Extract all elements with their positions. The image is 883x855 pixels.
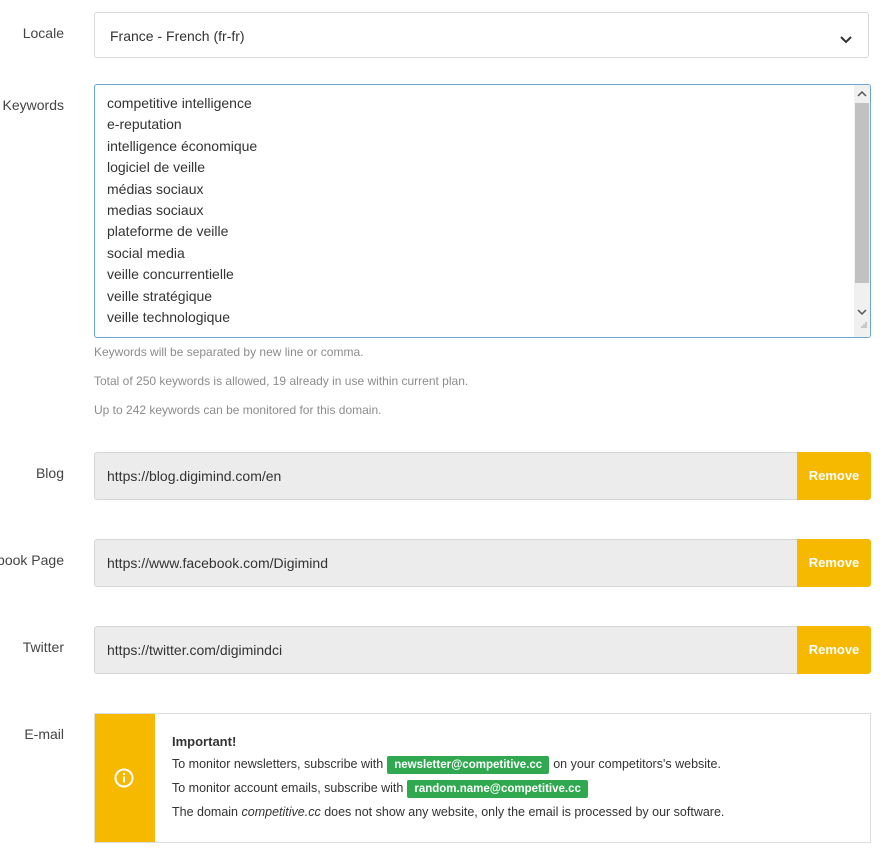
keywords-help-limit: Up to 242 keywords can be monitored for … [94, 403, 382, 417]
alert-text: The domain [172, 805, 239, 819]
facebook-group: https://www.facebook.com/Digimind Remove [94, 539, 871, 587]
blog-remove-button[interactable]: Remove [797, 452, 871, 500]
alert-text: does not show any website, only the emai… [324, 805, 725, 819]
alert-text: To monitor newsletters, subscribe with [172, 757, 384, 771]
keywords-scrollbar[interactable] [854, 85, 870, 337]
scrollbar-thumb[interactable] [855, 103, 869, 283]
info-icon [114, 768, 134, 793]
keywords-label: Keywords [2, 97, 64, 113]
keyword-item: intelligence économique [107, 137, 258, 154]
keyword-item: médias sociaux [107, 180, 204, 197]
blog-group: https://blog.digimind.com/en Remove [94, 452, 871, 500]
alert-body: Important! To monitor newsletters, subsc… [172, 734, 724, 827]
scroll-up-icon[interactable] [854, 86, 870, 103]
keyword-item: plateforme de veille [107, 223, 229, 240]
alert-text: To monitor account emails, subscribe wit… [172, 781, 404, 795]
facebook-label: Facebook Page [0, 552, 64, 568]
keyword-item: veille concurrentielle [107, 266, 234, 283]
twitter-remove-button[interactable]: Remove [797, 626, 871, 674]
locale-select[interactable]: France - French (fr-fr) [94, 12, 869, 58]
facebook-remove-button[interactable]: Remove [797, 539, 871, 587]
alert-line-newsletter: To monitor newsletters, subscribe with ne… [172, 755, 724, 774]
keywords-textarea[interactable]: competitive intelligence e-reputation inte… [94, 84, 871, 338]
alert-sidebar [95, 714, 155, 842]
chevron-down-icon [840, 31, 852, 47]
keyword-item: logiciel de veille [107, 159, 206, 176]
blog-label: Blog [35, 465, 64, 481]
email-alert: Important! To monitor newsletters, subsc… [94, 713, 871, 843]
blog-url-field[interactable]: https://blog.digimind.com/en [94, 452, 798, 500]
keyword-item: social media [107, 244, 185, 261]
alert-text: on your competitors's website. [553, 757, 721, 771]
twitter-group: https://twitter.com/digimindci Remove [94, 626, 871, 674]
alert-line-account: To monitor account emails, subscribe wit… [172, 779, 724, 798]
account-email-badge: random.name@competitive.cc [407, 780, 588, 798]
twitter-label: Twitter [22, 639, 64, 655]
facebook-url-field[interactable]: https://www.facebook.com/Digimind [94, 539, 798, 587]
keyword-item: medias sociaux [107, 202, 204, 219]
alert-line-domain: The domain competitive.cc does not show … [172, 803, 724, 821]
locale-label: Locale [22, 25, 64, 41]
resize-grip-icon[interactable] [860, 316, 868, 334]
twitter-url-field[interactable]: https://twitter.com/digimindci [94, 626, 798, 674]
keywords-help-separator: Keywords will be separated by new line o… [94, 345, 364, 359]
keywords-list: competitive intelligence e-reputation inte… [107, 93, 257, 328]
keyword-item: veille technologique [107, 309, 230, 326]
locale-value: France - French (fr-fr) [110, 28, 245, 44]
keyword-item: veille stratégique [107, 287, 213, 304]
keywords-help-total: Total of 250 keywords is allowed, 19 alr… [94, 374, 469, 388]
email-label: E-mail [24, 726, 64, 742]
newsletter-email-badge: newsletter@competitive.cc [387, 756, 550, 774]
keyword-item: competitive intelligence [107, 95, 252, 111]
domain-name: competitive.cc [241, 805, 321, 819]
keyword-item: e-reputation [107, 116, 182, 133]
alert-title: Important! [172, 734, 237, 749]
